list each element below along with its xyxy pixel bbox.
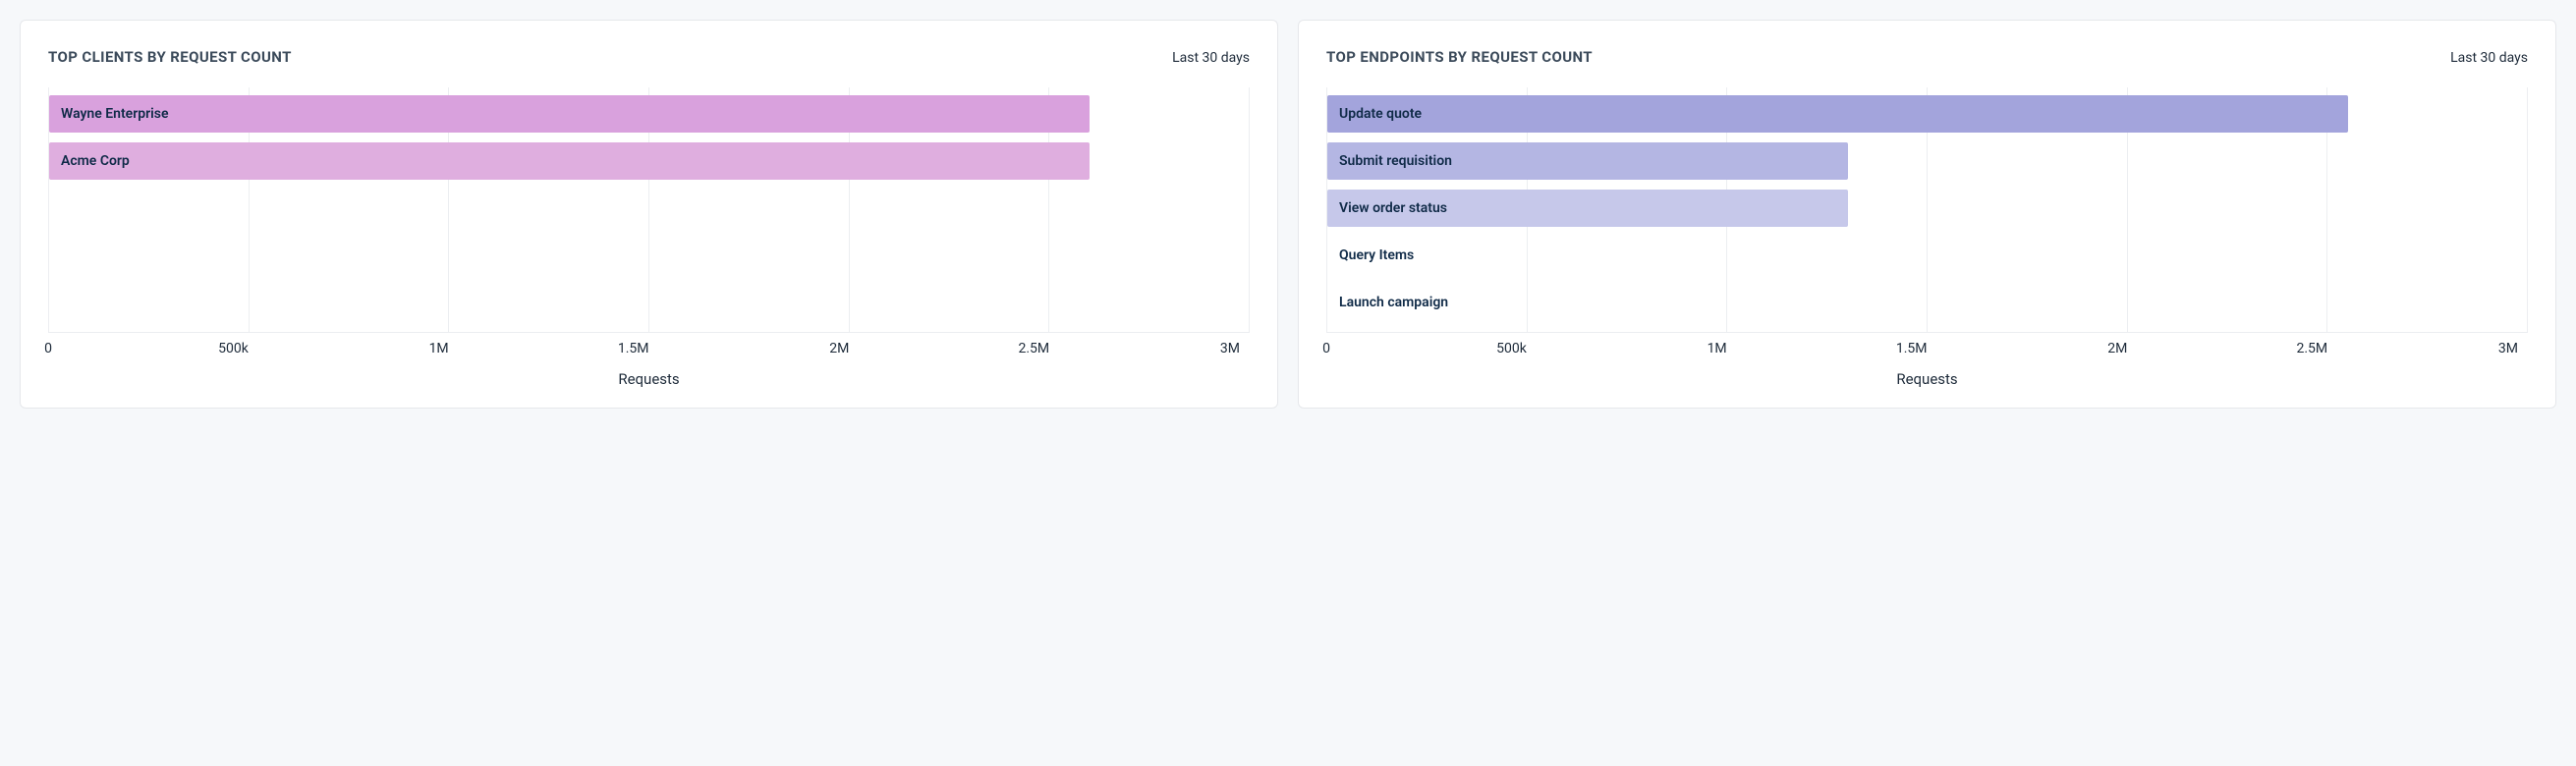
x-axis-label: Requests	[1326, 370, 2528, 388]
bar-row[interactable]: Query Items	[1327, 237, 2528, 274]
bar-row[interactable]: View order status	[1327, 190, 2528, 227]
chart-plot: Update quote Submit requisition View order…	[1326, 87, 2528, 333]
bar-label: Acme Corp	[61, 153, 130, 169]
bar	[1327, 95, 2348, 133]
card-subtitle: Last 30 days	[1172, 50, 1250, 66]
dashboard: TOP CLIENTS BY REQUEST COUNT Last 30 day…	[20, 20, 2556, 409]
bar-label: Wayne Enterprise	[61, 106, 169, 122]
bar-label: Update quote	[1339, 106, 1422, 122]
bar-label: Submit requisition	[1339, 153, 1452, 169]
card-subtitle: Last 30 days	[2450, 50, 2528, 66]
bars: Wayne Enterprise Acme Corp	[49, 87, 1250, 180]
bars: Update quote Submit requisition View order…	[1327, 87, 2528, 321]
bar-row[interactable]: Wayne Enterprise	[49, 95, 1250, 133]
bar-label: Launch campaign	[1339, 295, 1448, 310]
card-top-endpoints: TOP ENDPOINTS BY REQUEST COUNT Last 30 d…	[1298, 20, 2556, 409]
x-axis-label: Requests	[48, 370, 1250, 388]
chart-area: Update quote Submit requisition View order…	[1326, 87, 2528, 388]
bar-row[interactable]: Submit requisition	[1327, 142, 2528, 180]
bar-row[interactable]: Update quote	[1327, 95, 2528, 133]
bar	[49, 95, 1090, 133]
card-header: TOP ENDPOINTS BY REQUEST COUNT Last 30 d…	[1326, 48, 2528, 66]
card-top-clients: TOP CLIENTS BY REQUEST COUNT Last 30 day…	[20, 20, 1278, 409]
bar-row[interactable]: Acme Corp	[49, 142, 1250, 180]
chart-area: Wayne Enterprise Acme Corp 0500k1M1.5M2M2…	[48, 87, 1250, 388]
bar	[1327, 237, 1339, 274]
card-title: TOP CLIENTS BY REQUEST COUNT	[48, 48, 292, 66]
bar-label: Query Items	[1339, 247, 1414, 263]
card-title: TOP ENDPOINTS BY REQUEST COUNT	[1326, 48, 1593, 66]
x-axis: 0500k1M1.5M2M2.5M3M	[48, 341, 1250, 356]
x-axis: 0500k1M1.5M2M2.5M3M	[1326, 341, 2528, 356]
bar	[1327, 284, 1339, 321]
card-header: TOP CLIENTS BY REQUEST COUNT Last 30 day…	[48, 48, 1250, 66]
chart-plot: Wayne Enterprise Acme Corp	[48, 87, 1250, 333]
bar-row[interactable]: Launch campaign	[1327, 284, 2528, 321]
bar-label: View order status	[1339, 200, 1447, 216]
bar	[49, 142, 1090, 180]
